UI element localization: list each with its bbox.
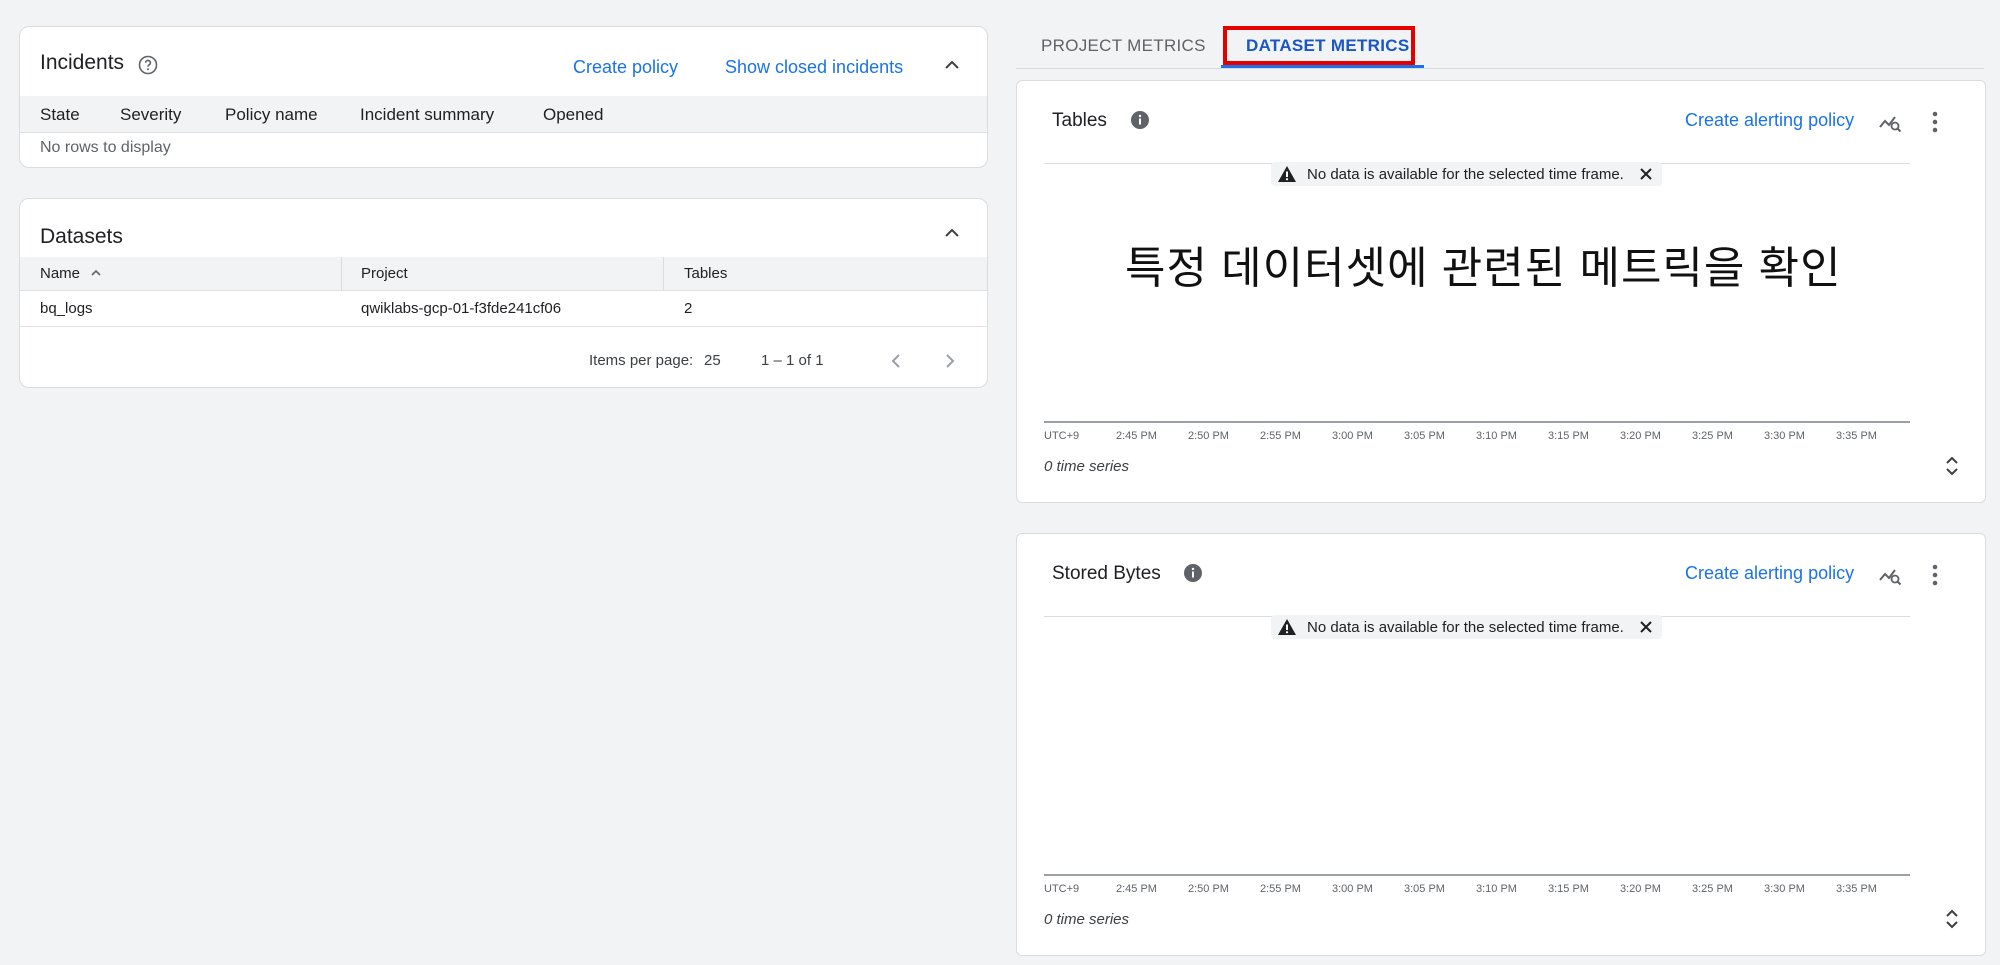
- info-icon[interactable]: [1183, 563, 1203, 583]
- dataset-name-cell[interactable]: bq_logs: [40, 300, 93, 317]
- no-data-text: No data is available for the selected ti…: [1307, 618, 1624, 636]
- x-axis-tick-label: 3:05 PM: [1404, 430, 1445, 442]
- incidents-title: Incidents: [40, 51, 125, 74]
- chart-title: Tables: [1052, 110, 1107, 131]
- items-per-page-label: Items per page:: [589, 352, 694, 369]
- x-axis-tick-label: 3:35 PM: [1836, 430, 1877, 442]
- expand-legend-icon[interactable]: [1942, 453, 1962, 479]
- column-header-policy-name[interactable]: Policy name: [225, 105, 318, 125]
- tabs-divider: [1016, 68, 1984, 69]
- x-axis-tick-label: UTC+9: [1044, 430, 1080, 442]
- series-count: 0 time series: [1044, 458, 1130, 475]
- expand-legend-icon[interactable]: [1942, 906, 1962, 932]
- x-axis-tick-label: 3:15 PM: [1548, 883, 1589, 895]
- items-per-page-select[interactable]: 25: [704, 352, 721, 369]
- explore-chart-icon[interactable]: [1877, 109, 1903, 135]
- stored-bytes-chart-card: Stored Bytes Create alerting policy No d…: [1016, 533, 1986, 956]
- create-alerting-policy-link[interactable]: Create alerting policy: [1685, 563, 1854, 584]
- sort-ascending-icon: [91, 269, 101, 276]
- dataset-project-cell: qwiklabs-gcp-01-f3fde241cf06: [361, 300, 562, 317]
- warning-icon: [1278, 619, 1296, 635]
- close-icon[interactable]: [1638, 619, 1654, 635]
- no-data-banner: No data is available for the selected ti…: [1271, 615, 1662, 639]
- x-axis-tick-label: UTC+9: [1044, 883, 1080, 895]
- warning-icon: [1278, 166, 1296, 182]
- highlight-box: [1223, 26, 1415, 65]
- x-axis-tick-label: 2:55 PM: [1260, 430, 1301, 442]
- explore-chart-icon[interactable]: [1877, 562, 1903, 588]
- create-alerting-policy-link[interactable]: Create alerting policy: [1685, 110, 1854, 131]
- previous-page-icon[interactable]: [884, 349, 908, 373]
- x-axis-tick-label: 3:15 PM: [1548, 430, 1589, 442]
- column-header-incident-summary[interactable]: Incident summary: [360, 105, 494, 125]
- no-data-banner: No data is available for the selected ti…: [1271, 162, 1662, 186]
- empty-table-message: No rows to display: [40, 139, 171, 156]
- active-tab-indicator: [1221, 65, 1424, 68]
- no-data-text: No data is available for the selected ti…: [1307, 165, 1624, 183]
- x-axis-tick-label: 3:20 PM: [1620, 883, 1661, 895]
- dataset-tables-cell: 2: [684, 300, 693, 317]
- column-header-name[interactable]: Name: [40, 265, 102, 282]
- incidents-card: Incidents Create policy Show closed inci…: [19, 26, 988, 168]
- column-header-opened[interactable]: Opened: [543, 105, 604, 125]
- x-axis-tick-label: 2:50 PM: [1188, 430, 1229, 442]
- tab-project-metrics[interactable]: PROJECT METRICS: [1041, 36, 1206, 56]
- chart-title: Stored Bytes: [1052, 563, 1161, 584]
- x-axis-tick-label: 3:00 PM: [1332, 430, 1373, 442]
- more-options-icon[interactable]: [1925, 562, 1945, 588]
- x-axis-tick-label: 3:05 PM: [1404, 883, 1445, 895]
- incidents-table-header: State Severity Policy name Incident summ…: [20, 96, 987, 133]
- x-axis: [1044, 421, 1910, 423]
- x-axis-tick-label: 3:35 PM: [1836, 883, 1877, 895]
- column-header-state[interactable]: State: [40, 105, 80, 125]
- collapse-icon[interactable]: [940, 221, 964, 245]
- column-header-project[interactable]: Project: [361, 265, 408, 282]
- x-axis-tick-label: 2:45 PM: [1116, 883, 1157, 895]
- x-axis-tick-label: 3:25 PM: [1692, 430, 1733, 442]
- next-page-icon[interactable]: [938, 349, 962, 373]
- datasets-table-header: Name Project Tables: [20, 257, 987, 291]
- create-policy-link[interactable]: Create policy: [573, 57, 678, 78]
- column-header-tables[interactable]: Tables: [684, 265, 727, 282]
- more-options-icon[interactable]: [1925, 109, 1945, 135]
- annotation-text: 특정 데이터셋에 관련된 메트릭을 확인: [1125, 244, 1842, 293]
- help-icon[interactable]: [138, 55, 158, 75]
- x-axis-tick-label: 2:55 PM: [1260, 883, 1301, 895]
- x-axis-tick-label: 3:20 PM: [1620, 430, 1661, 442]
- datasets-card: Datasets Name Project Tables bq_logs qwi…: [19, 198, 988, 388]
- x-axis-tick-label: 2:50 PM: [1188, 883, 1229, 895]
- column-header-severity[interactable]: Severity: [120, 105, 181, 125]
- x-axis: [1044, 874, 1910, 876]
- show-closed-incidents-link[interactable]: Show closed incidents: [725, 57, 903, 78]
- series-count: 0 time series: [1044, 911, 1130, 928]
- table-row[interactable]: bq_logs qwiklabs-gcp-01-f3fde241cf06 2: [20, 291, 987, 327]
- close-icon[interactable]: [1638, 166, 1654, 182]
- x-axis-tick-label: 2:45 PM: [1116, 430, 1157, 442]
- info-icon[interactable]: [1130, 110, 1150, 130]
- x-axis-tick-label: 3:10 PM: [1476, 430, 1517, 442]
- x-axis-tick-label: 3:00 PM: [1332, 883, 1373, 895]
- x-axis-tick-label: 3:30 PM: [1764, 883, 1805, 895]
- x-axis-tick-label: 3:30 PM: [1764, 430, 1805, 442]
- datasets-title: Datasets: [40, 225, 123, 248]
- pagination-range: 1 – 1 of 1: [761, 352, 824, 369]
- x-axis-tick-label: 3:25 PM: [1692, 883, 1733, 895]
- collapse-icon[interactable]: [940, 53, 964, 77]
- x-axis-tick-label: 3:10 PM: [1476, 883, 1517, 895]
